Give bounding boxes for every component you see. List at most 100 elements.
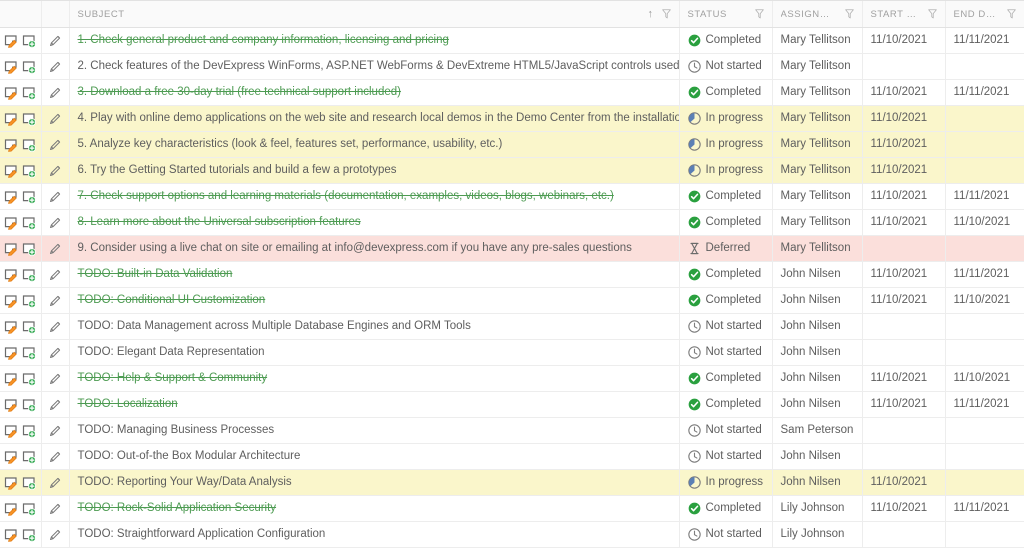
row-commands-cell[interactable]	[0, 158, 41, 184]
row-edit-cell[interactable]	[41, 210, 69, 236]
cell-assigned-to[interactable]: John Nilsen	[772, 314, 862, 340]
cell-subject[interactable]: TODO: Help & Support & Community	[69, 366, 679, 392]
cell-start-date[interactable]	[862, 418, 945, 444]
pencil-edit-icon[interactable]	[49, 164, 62, 177]
cell-start-date[interactable]: 11/10/2021	[862, 158, 945, 184]
table-row[interactable]: TODO: Out-of-the Box Modular Architectur…	[0, 444, 1024, 470]
cell-end-date[interactable]: 11/10/2021	[945, 366, 1024, 392]
cell-subject[interactable]: TODO: Elegant Data Representation	[69, 340, 679, 366]
cell-status[interactable]: In progress	[679, 470, 772, 496]
row-edit-cell[interactable]	[41, 184, 69, 210]
row-edit-cell[interactable]	[41, 236, 69, 262]
edit-note-icon[interactable]	[4, 502, 18, 516]
cell-end-date[interactable]: 11/11/2021	[945, 392, 1024, 418]
cell-subject[interactable]: TODO: Data Management across Multiple Da…	[69, 314, 679, 340]
cell-status[interactable]: Completed	[679, 288, 772, 314]
edit-note-icon[interactable]	[4, 320, 18, 334]
cell-subject[interactable]: TODO: Out-of-the Box Modular Architectur…	[69, 444, 679, 470]
new-note-icon[interactable]	[22, 34, 36, 48]
cell-status[interactable]: Completed	[679, 184, 772, 210]
row-commands-cell[interactable]	[0, 314, 41, 340]
row-commands-cell[interactable]	[0, 236, 41, 262]
edit-note-icon[interactable]	[4, 398, 18, 412]
cell-end-date[interactable]	[945, 106, 1024, 132]
cell-start-date[interactable]: 11/10/2021	[862, 288, 945, 314]
new-note-icon[interactable]	[22, 138, 36, 152]
table-row[interactable]: TODO: Built-in Data ValidationCompletedJ…	[0, 262, 1024, 288]
cell-assigned-to[interactable]: Mary Tellitson	[772, 54, 862, 80]
new-note-icon[interactable]	[22, 86, 36, 100]
pencil-edit-icon[interactable]	[49, 268, 62, 281]
cell-subject[interactable]: 3. Download a free 30-day trial (free te…	[69, 80, 679, 106]
cell-start-date[interactable]	[862, 314, 945, 340]
row-edit-cell[interactable]	[41, 444, 69, 470]
cell-end-date[interactable]	[945, 470, 1024, 496]
cell-end-date[interactable]	[945, 236, 1024, 262]
pencil-edit-icon[interactable]	[49, 372, 62, 385]
cell-end-date[interactable]: 11/11/2021	[945, 28, 1024, 54]
cell-assigned-to[interactable]: Mary Tellitson	[772, 158, 862, 184]
table-row[interactable]: TODO: LocalizationCompletedJohn Nilsen11…	[0, 392, 1024, 418]
cell-end-date[interactable]	[945, 54, 1024, 80]
cell-assigned-to[interactable]: Mary Tellitson	[772, 28, 862, 54]
pencil-edit-icon[interactable]	[49, 424, 62, 437]
row-commands-cell[interactable]	[0, 80, 41, 106]
row-edit-cell[interactable]	[41, 366, 69, 392]
cell-status[interactable]: Completed	[679, 262, 772, 288]
cell-assigned-to[interactable]: Lily Johnson	[772, 496, 862, 522]
new-note-icon[interactable]	[22, 294, 36, 308]
cell-subject[interactable]: 8. Learn more about the Universal subscr…	[69, 210, 679, 236]
new-note-icon[interactable]	[22, 398, 36, 412]
cell-assigned-to[interactable]: John Nilsen	[772, 470, 862, 496]
pencil-edit-icon[interactable]	[49, 112, 62, 125]
cell-status[interactable]: Not started	[679, 314, 772, 340]
cell-status[interactable]: Completed	[679, 28, 772, 54]
cell-subject[interactable]: TODO: Rock-Solid Application Security	[69, 496, 679, 522]
edit-note-icon[interactable]	[4, 86, 18, 100]
pencil-edit-icon[interactable]	[49, 320, 62, 333]
edit-note-icon[interactable]	[4, 60, 18, 74]
cell-start-date[interactable]: 11/10/2021	[862, 106, 945, 132]
new-note-icon[interactable]	[22, 372, 36, 386]
row-commands-cell[interactable]	[0, 54, 41, 80]
table-row[interactable]: 6. Try the Getting Started tutorials and…	[0, 158, 1024, 184]
row-commands-cell[interactable]	[0, 470, 41, 496]
cell-assigned-to[interactable]: John Nilsen	[772, 262, 862, 288]
row-commands-cell[interactable]	[0, 210, 41, 236]
cell-end-date[interactable]	[945, 418, 1024, 444]
edit-note-icon[interactable]	[4, 294, 18, 308]
cell-end-date[interactable]: 11/10/2021	[945, 210, 1024, 236]
row-edit-cell[interactable]	[41, 340, 69, 366]
column-header-assigned_to[interactable]: ASSIGNED TO	[772, 1, 862, 28]
cell-assigned-to[interactable]: John Nilsen	[772, 444, 862, 470]
new-note-icon[interactable]	[22, 476, 36, 490]
cell-assigned-to[interactable]: Mary Tellitson	[772, 106, 862, 132]
sort-ascending-icon[interactable]: ↑	[647, 9, 653, 20]
edit-note-icon[interactable]	[4, 138, 18, 152]
edit-note-icon[interactable]	[4, 346, 18, 360]
row-edit-cell[interactable]	[41, 314, 69, 340]
table-row[interactable]: TODO: Reporting Your Way/Data AnalysisIn…	[0, 470, 1024, 496]
table-row[interactable]: TODO: Help & Support & CommunityComplete…	[0, 366, 1024, 392]
cell-status[interactable]: Completed	[679, 210, 772, 236]
table-row[interactable]: TODO: Rock-Solid Application SecurityCom…	[0, 496, 1024, 522]
row-edit-cell[interactable]	[41, 470, 69, 496]
table-row[interactable]: 5. Analyze key characteristics (look & f…	[0, 132, 1024, 158]
cell-subject[interactable]: 4. Play with online demo applications on…	[69, 106, 679, 132]
cell-start-date[interactable]: 11/10/2021	[862, 132, 945, 158]
table-row[interactable]: 2. Check features of the DevExpress WinF…	[0, 54, 1024, 80]
cell-start-date[interactable]: 11/10/2021	[862, 184, 945, 210]
new-note-icon[interactable]	[22, 190, 36, 204]
table-row[interactable]: TODO: Elegant Data RepresentationNot sta…	[0, 340, 1024, 366]
row-edit-cell[interactable]	[41, 54, 69, 80]
cell-status[interactable]: Deferred	[679, 236, 772, 262]
table-row[interactable]: 1. Check general product and company inf…	[0, 28, 1024, 54]
new-note-icon[interactable]	[22, 424, 36, 438]
row-commands-cell[interactable]	[0, 496, 41, 522]
cell-status[interactable]: Not started	[679, 418, 772, 444]
cell-subject[interactable]: 2. Check features of the DevExpress WinF…	[69, 54, 679, 80]
cell-assigned-to[interactable]: Mary Tellitson	[772, 80, 862, 106]
edit-note-icon[interactable]	[4, 450, 18, 464]
cell-start-date[interactable]: 11/10/2021	[862, 80, 945, 106]
new-note-icon[interactable]	[22, 502, 36, 516]
